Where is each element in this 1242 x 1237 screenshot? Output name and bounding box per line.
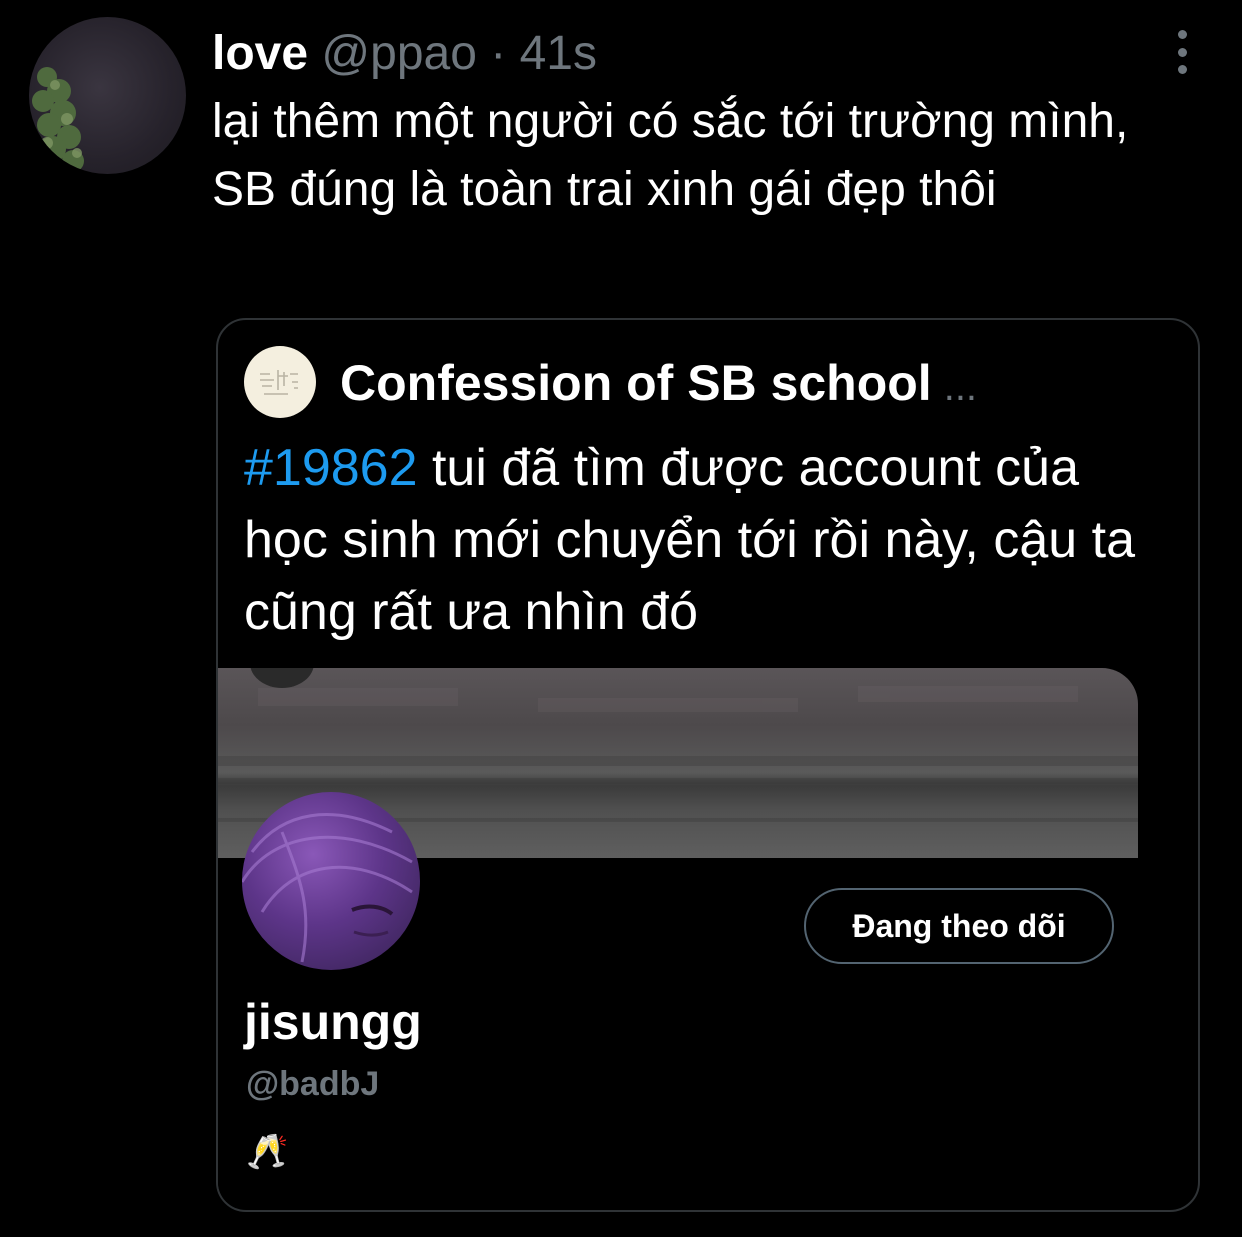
quote-avatar-image — [260, 370, 298, 395]
header-separator: · — [490, 27, 507, 80]
tweet-text: lại thêm một người có sắc tới trường mìn… — [212, 95, 1129, 216]
more-options-button[interactable] — [1162, 30, 1202, 74]
quote-text: #19862 tui đã tìm được account của học s… — [244, 432, 1164, 648]
more-vertical-icon — [1177, 30, 1187, 39]
profile-avatar-image — [242, 813, 413, 963]
quote-author-name-text: Confession of SB school — [340, 355, 932, 411]
profile-handle: @badbJ — [246, 1065, 380, 1103]
profile-display-name: jisungg — [244, 994, 422, 1050]
tweet-header: love @ppao · 41s — [212, 24, 597, 84]
quote-author-avatar[interactable] — [244, 346, 316, 418]
profile-screenshot-image[interactable]: Đang theo dõi jisungg @badbJ 🥂 — [218, 668, 1138, 1208]
quote-author-ellipsis: ... — [943, 365, 978, 409]
quoted-tweet[interactable]: Confession of SB school... #19862 tui đã… — [216, 318, 1200, 1212]
display-name[interactable]: love — [212, 27, 308, 80]
profile-bio: 🥂 — [246, 1133, 289, 1171]
user-handle[interactable]: @ppao — [321, 27, 477, 80]
user-avatar[interactable] — [29, 17, 186, 174]
following-button: Đang theo dõi — [804, 888, 1114, 964]
hashtag-link[interactable]: #19862 — [244, 439, 418, 497]
quote-author-name[interactable]: Confession of SB school... — [340, 350, 977, 416]
tree-image — [29, 67, 84, 172]
tweet-timestamp[interactable]: 41s — [520, 27, 597, 80]
profile-avatar — [242, 792, 420, 970]
